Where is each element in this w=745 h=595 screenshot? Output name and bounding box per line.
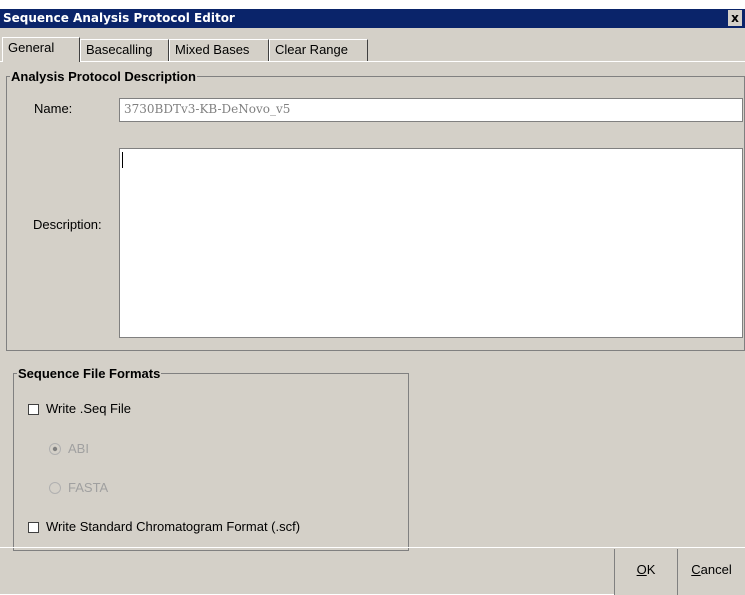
name-field[interactable]: 3730BDTv3-KB-DeNovo_v5 bbox=[119, 98, 743, 122]
tab-general[interactable]: General bbox=[2, 37, 80, 62]
close-icon[interactable]: x bbox=[728, 10, 742, 26]
text-cursor bbox=[122, 152, 123, 168]
ok-button[interactable]: OK bbox=[614, 549, 677, 595]
name-label: Name: bbox=[34, 101, 73, 116]
title-bar: Sequence Analysis Protocol Editor x bbox=[0, 9, 745, 28]
radio-fasta-label[interactable]: FASTA bbox=[68, 480, 108, 495]
cancel-mnemonic: C bbox=[691, 562, 701, 577]
group-legend: Analysis Protocol Description bbox=[11, 69, 196, 84]
tab-basecalling[interactable]: Basecalling bbox=[80, 39, 169, 61]
description-label: Description: bbox=[33, 217, 102, 232]
tab-mixed-bases[interactable]: Mixed Bases bbox=[169, 39, 269, 61]
description-textarea[interactable] bbox=[119, 148, 743, 338]
protocol-editor-dialog: Sequence Analysis Protocol Editor x Gene… bbox=[0, 9, 745, 595]
ok-label-rest: K bbox=[646, 562, 656, 577]
write-seq-checkbox[interactable] bbox=[28, 404, 39, 415]
group-legend: Sequence File Formats bbox=[18, 366, 161, 381]
write-seq-label[interactable]: Write .Seq File bbox=[46, 401, 131, 416]
write-scf-label[interactable]: Write Standard Chromatogram Format (.scf… bbox=[46, 519, 300, 534]
general-tab-panel: Analysis Protocol Description Name: 3730… bbox=[0, 61, 745, 551]
cancel-label-rest: ancel bbox=[700, 562, 732, 577]
ok-mnemonic: O bbox=[636, 562, 647, 577]
radio-abi-label[interactable]: ABI bbox=[68, 441, 89, 456]
window-title: Sequence Analysis Protocol Editor bbox=[3, 11, 235, 25]
radio-fasta-icon[interactable] bbox=[49, 482, 61, 494]
write-scf-checkbox[interactable] bbox=[28, 522, 39, 533]
radio-abi-icon[interactable] bbox=[49, 443, 61, 455]
cancel-button[interactable]: Cancel bbox=[677, 549, 745, 595]
dialog-button-bar: OK Cancel bbox=[0, 547, 745, 595]
tab-clear-range[interactable]: Clear Range bbox=[269, 39, 368, 61]
